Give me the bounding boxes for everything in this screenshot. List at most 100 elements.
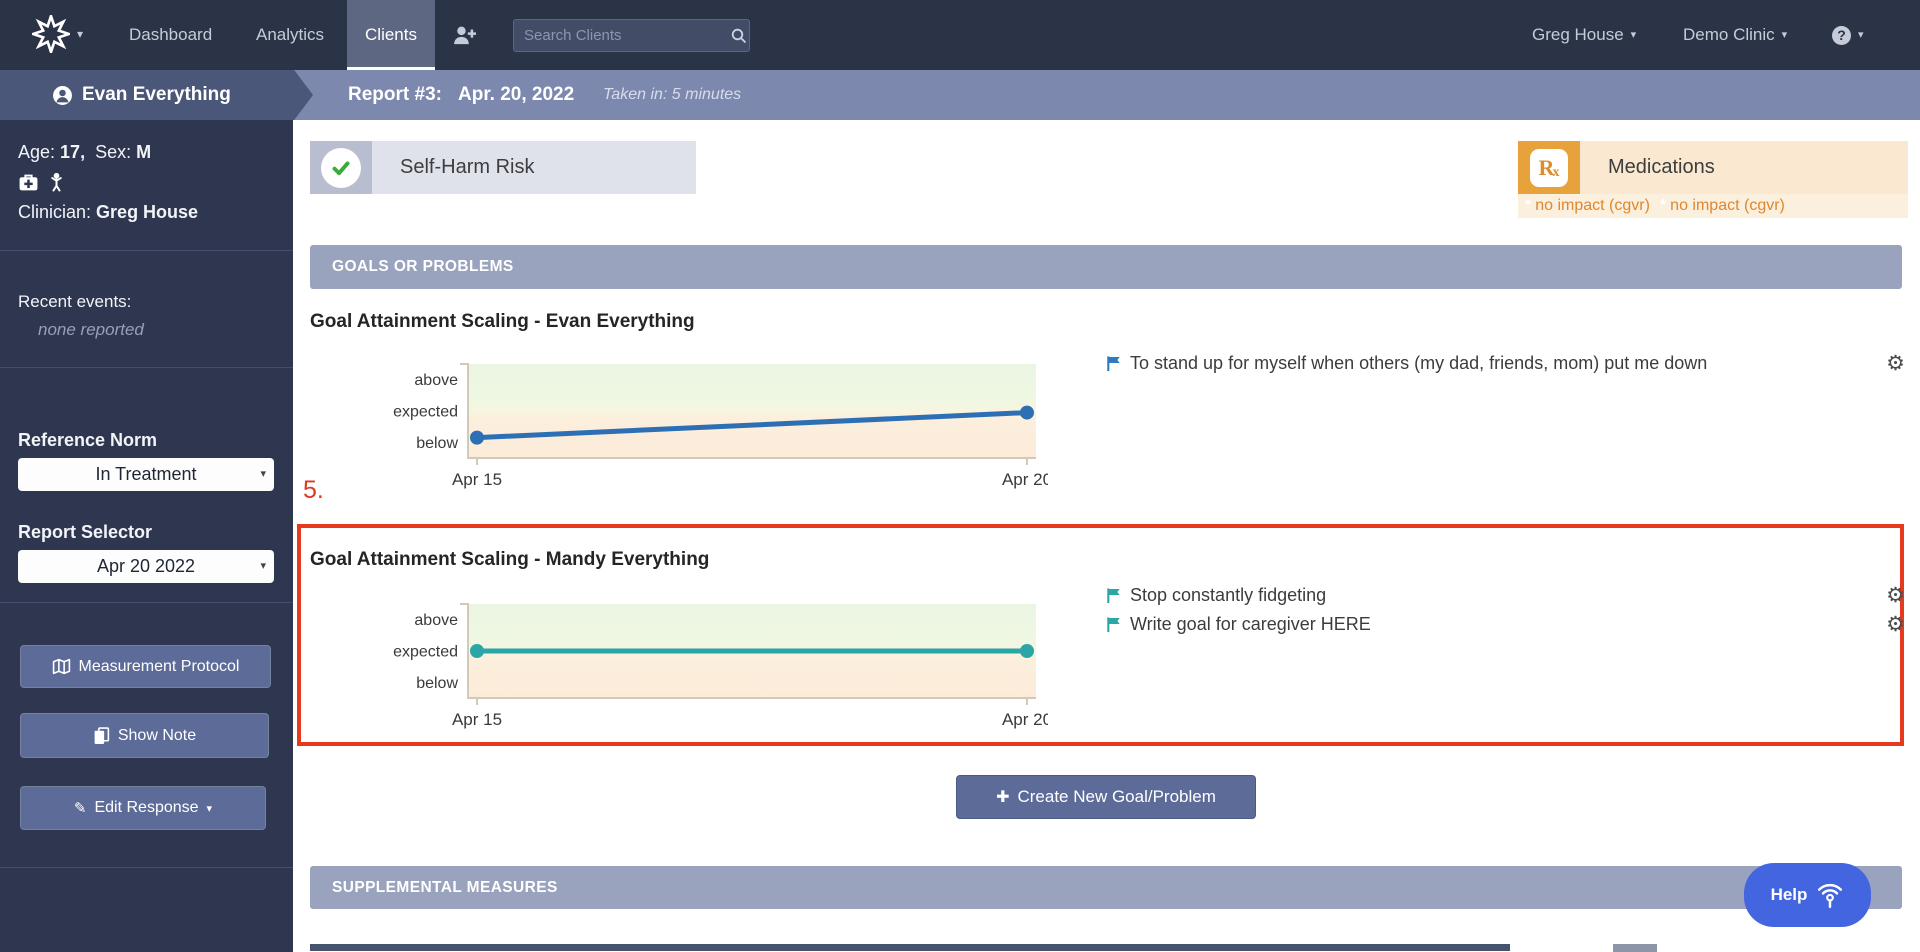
gas-chart-mandy: below expected above Apr 15 Apr 20: [393, 603, 1048, 729]
tab-dashboard[interactable]: Dashboard: [129, 0, 212, 70]
gas-chart-evan: below expected above Apr 15 Apr 20: [393, 363, 1048, 489]
goal-text: Write goal for caregiver HERE: [1130, 613, 1371, 634]
client-demographics: Age: 17, Sex: M: [18, 142, 151, 163]
person-icon: [53, 85, 72, 105]
sidebar: Age: 17, Sex: M Clinician: Greg House Re…: [0, 120, 293, 952]
self-harm-label: Self-Harm Risk: [372, 141, 696, 194]
reference-norm-label: Reference Norm: [18, 430, 158, 450]
app-root: ▾ Dashboard Analytics Clients Greg House: [0, 0, 1920, 952]
recent-events-label: Recent events:: [18, 292, 132, 311]
sidebar-divider: [0, 367, 293, 368]
medications-box[interactable]: Rx Medications: [1518, 141, 1908, 194]
goal-text: To stand up for myself when others (my d…: [1130, 352, 1708, 373]
gear-icon[interactable]: ⚙: [1886, 614, 1905, 635]
self-harm-risk-box[interactable]: Self-Harm Risk: [310, 141, 696, 194]
create-goal-button[interactable]: ✚ Create New Goal/Problem: [956, 775, 1256, 819]
user-menu-label: Greg House: [1532, 25, 1624, 44]
report-taken-in: Taken in: 5 minutes: [603, 86, 742, 103]
search-input[interactable]: [514, 27, 731, 44]
reference-norm-select[interactable]: In Treatment ▾: [18, 458, 274, 491]
help-button[interactable]: Help: [1744, 863, 1871, 927]
svg-text:Apr 20: Apr 20: [1002, 470, 1048, 489]
goal-row: To stand up for myself when others (my d…: [1105, 350, 1905, 376]
reference-norm-value: In Treatment: [95, 464, 197, 484]
top-navbar: ▾ Dashboard Analytics Clients Greg House: [0, 0, 1920, 70]
tab-clients[interactable]: Clients: [347, 0, 435, 70]
report-selector-select[interactable]: Apr 20 2022 ▾: [18, 550, 274, 583]
flag-icon: [1105, 616, 1122, 633]
client-name: Evan Everything: [82, 84, 231, 105]
sidebar-divider: [0, 250, 293, 251]
age-value: 17,: [60, 142, 86, 162]
gas-mandy-title: Goal Attainment Scaling - Mandy Everythi…: [310, 549, 710, 570]
add-client-button[interactable]: [453, 24, 477, 51]
svg-text:Apr 15: Apr 15: [452, 710, 502, 729]
recent-events-value: none reported: [38, 320, 144, 339]
clinic-menu-label: Demo Clinic: [1683, 25, 1775, 44]
plus-icon: ✚: [996, 789, 1010, 806]
svg-text:below: below: [416, 435, 458, 452]
chevron-down-icon: ▾: [260, 468, 266, 480]
search-icon[interactable]: [731, 28, 747, 44]
edit-response-button[interactable]: ✎ Edit Response ▾: [20, 786, 266, 830]
flag-icon: [1105, 355, 1122, 372]
medications-label: Medications: [1580, 141, 1908, 194]
map-icon: [52, 658, 70, 675]
next-section-fragment: [1613, 944, 1657, 952]
tab-analytics[interactable]: Analytics: [256, 0, 324, 70]
show-note-label: Show Note: [117, 726, 197, 744]
brand-logo-icon: [32, 15, 70, 53]
help-menu[interactable]: ? ▾: [1832, 0, 1864, 70]
sex-value: M: [136, 142, 152, 162]
svg-text:expected: expected: [393, 404, 458, 421]
impact-text: no impact (cgvr): [1670, 197, 1785, 214]
clinician-line: Clinician: Greg House: [18, 202, 198, 223]
brand-menu[interactable]: ▾: [32, 15, 83, 53]
gear-icon[interactable]: ⚙: [1886, 585, 1905, 606]
medications-icon-cell: Rx: [1518, 141, 1580, 194]
svg-text:above: above: [414, 612, 458, 629]
age-label: Age:: [18, 142, 56, 162]
measurement-protocol-label: Measurement Protocol: [78, 657, 240, 675]
show-note-button[interactable]: Show Note: [20, 713, 269, 758]
chevron-down-icon: ▾: [1781, 29, 1788, 41]
supplemental-measures-header: SUPPLEMENTAL MEASURES: [310, 866, 1902, 909]
chevron-down-icon: ▾: [1630, 29, 1637, 41]
svg-text:expected: expected: [393, 644, 458, 661]
clinic-menu[interactable]: Demo Clinic ▾: [1683, 0, 1787, 70]
clinician-label: Clinician:: [18, 202, 92, 222]
person-add-icon: [454, 26, 477, 45]
svg-text:Apr 15: Apr 15: [452, 470, 502, 489]
sex-label: Sex:: [95, 142, 132, 162]
flag-icon: [1105, 587, 1122, 604]
client-chip[interactable]: Evan Everything: [0, 70, 313, 120]
svg-text:above: above: [414, 372, 458, 389]
svg-text:below: below: [416, 675, 458, 692]
pencil-icon: ✎: [73, 800, 87, 817]
search-clients: [513, 19, 750, 52]
medication-impact: * no impact (cgvr): [1660, 197, 1785, 215]
question-icon: ?: [1832, 25, 1851, 45]
annotation-number: 5.: [303, 476, 324, 504]
report-selector-label: Report Selector: [18, 522, 153, 542]
goal-row: Write goal for caregiver HERE ⚙: [1105, 611, 1905, 637]
asterisk-icon: *: [1659, 197, 1667, 214]
medication-impacts: * no impact (cgvr) * no impact (cgvr): [1518, 194, 1908, 218]
user-menu[interactable]: Greg House ▾: [1532, 0, 1636, 70]
sidebar-divider: [0, 602, 293, 603]
gear-icon[interactable]: ⚙: [1886, 353, 1905, 374]
report-number-label: Report #3:: [348, 84, 442, 105]
broadcast-icon: [1818, 883, 1843, 909]
status-ok-icon: [321, 147, 361, 188]
medication-impact: * no impact (cgvr): [1525, 197, 1650, 215]
report-selector-value: Apr 20 2022: [96, 556, 196, 576]
impact-text: no impact (cgvr): [1535, 197, 1650, 214]
gas-evan-title: Goal Attainment Scaling - Evan Everythin…: [310, 311, 695, 332]
next-section-edge: [310, 944, 1510, 951]
client-flags: [18, 172, 65, 192]
self-harm-status-cell: [310, 141, 372, 194]
clinician-value: Greg House: [96, 202, 199, 222]
help-label: Help: [1770, 885, 1808, 904]
measurement-protocol-button[interactable]: Measurement Protocol: [20, 645, 271, 688]
asterisk-icon: *: [1525, 197, 1532, 214]
